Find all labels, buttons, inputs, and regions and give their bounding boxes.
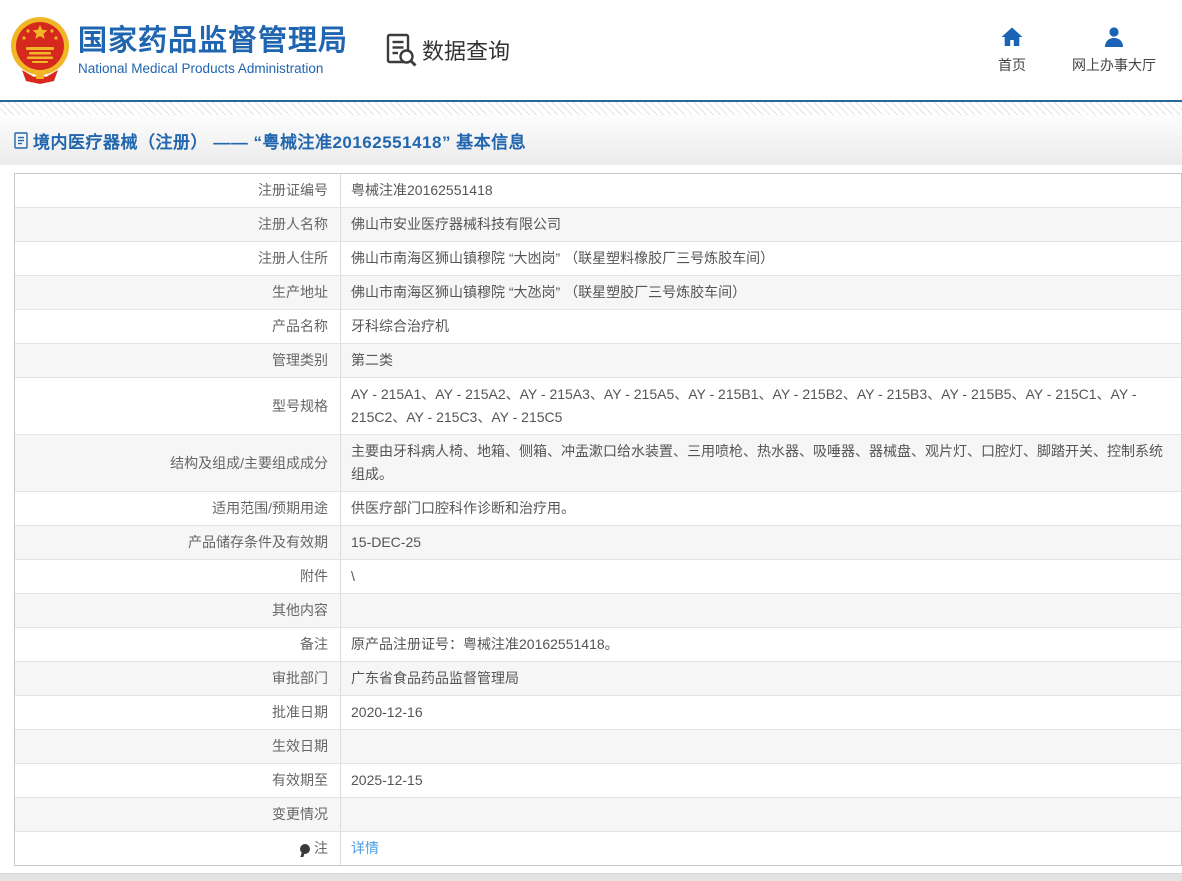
nav-item-home[interactable]: 首页 xyxy=(998,25,1026,75)
row-label: 管理类别 xyxy=(15,344,341,377)
top-header: 国家药品监督管理局 National Medical Products Admi… xyxy=(0,0,1182,100)
row-label: 型号规格 xyxy=(15,378,341,434)
table-row: 产品储存条件及有效期 15-DEC-25 xyxy=(15,526,1181,560)
table-row: 批准日期 2020-12-16 xyxy=(15,696,1181,730)
nav-home-label: 首页 xyxy=(998,57,1026,73)
table-row: 其他内容 xyxy=(15,594,1181,628)
page: 国家药品监督管理局 National Medical Products Admi… xyxy=(0,0,1182,881)
row-value: 15-DEC-25 xyxy=(351,534,422,550)
row-value: 原产品注册证号：粤械注准20162551418。 xyxy=(351,636,619,652)
home-icon xyxy=(1001,27,1023,46)
table-row: 注详情 xyxy=(15,832,1181,865)
row-label: 产品储存条件及有效期 xyxy=(15,526,341,559)
org-title-block: 国家药品监督管理局 National Medical Products Admi… xyxy=(78,24,348,76)
row-label: 批准日期 xyxy=(15,696,341,729)
row-value xyxy=(341,594,1181,627)
top-nav: 首页 网上办事大厅 xyxy=(998,25,1182,75)
row-label: 附件 xyxy=(15,560,341,593)
table-row: 生效日期 xyxy=(15,730,1181,764)
row-value: 牙科综合治疗机 xyxy=(351,318,449,334)
detail-link[interactable]: 详情 xyxy=(351,840,379,856)
table-row: 备注 原产品注册证号：粤械注准20162551418。 xyxy=(15,628,1181,662)
table-row: 管理类别 第二类 xyxy=(15,344,1181,378)
row-label: 审批部门 xyxy=(15,662,341,695)
row-label: 注册人名称 xyxy=(15,208,341,241)
table-row: 附件 \ xyxy=(15,560,1181,594)
row-value: AY - 215A1、AY - 215A2、AY - 215A3、AY - 21… xyxy=(351,386,1137,425)
nav-item-service-hall[interactable]: 网上办事大厅 xyxy=(1072,25,1156,75)
row-value: 广东省食品药品监督管理局 xyxy=(351,670,519,686)
hatched-strip xyxy=(0,102,1182,115)
row-value: 粤械注准20162551418 xyxy=(351,182,493,198)
page-title: 境内医疗器械（注册） —— “粤械注准20162551418” 基本信息 xyxy=(14,128,526,153)
footer-strip xyxy=(0,873,1182,881)
row-value: 第二类 xyxy=(351,352,393,368)
row-label: 生效日期 xyxy=(15,730,341,763)
person-icon xyxy=(1105,27,1123,47)
row-value: \ xyxy=(351,568,355,584)
bulb-icon xyxy=(300,843,310,854)
org-name-en: National Medical Products Administration xyxy=(78,61,324,76)
row-value: 主要由牙科病人椅、地箱、侧箱、冲盂漱口给水装置、三用喷枪、热水器、吸唾器、器械盘… xyxy=(351,443,1163,482)
table-row: 产品名称 牙科综合治疗机 xyxy=(15,310,1181,344)
row-label: 生产地址 xyxy=(15,276,341,309)
table-row: 生产地址 佛山市南海区狮山镇穆院 “大氹岗” （联星塑胶厂三号炼胶车间） xyxy=(15,276,1181,310)
row-label: 注册证编号 xyxy=(15,174,341,207)
data-query-section[interactable]: 数据查询 xyxy=(386,33,510,67)
row-label: 结构及组成/主要组成成分 xyxy=(15,435,341,491)
national-emblem-icon xyxy=(11,17,69,84)
row-label: 注册人住所 xyxy=(15,242,341,275)
page-title-text: 境内医疗器械（注册） —— “粤械注准20162551418” 基本信息 xyxy=(33,132,527,152)
row-value xyxy=(341,730,1181,763)
row-value: 详情 xyxy=(341,832,1181,865)
document-magnifier-icon xyxy=(386,33,417,67)
row-label: 适用范围/预期用途 xyxy=(15,492,341,525)
row-value: 供医疗部门口腔科作诊断和治疗用。 xyxy=(351,500,575,516)
table-row: 注册人名称 佛山市安业医疗器械科技有限公司 xyxy=(15,208,1181,242)
row-value: 佛山市南海区狮山镇穆院 “大氹岗” （联星塑胶厂三号炼胶车间） xyxy=(351,284,747,300)
row-value: 佛山市安业医疗器械科技有限公司 xyxy=(351,216,561,232)
table-row: 注册证编号 粤械注准20162551418 xyxy=(15,174,1181,208)
row-label: 备注 xyxy=(15,628,341,661)
table-row: 变更情况 xyxy=(15,798,1181,832)
info-table: 注册证编号 粤械注准20162551418 注册人名称 佛山市安业医疗器械科技有限公司… xyxy=(14,173,1182,866)
table-row: 审批部门 广东省食品药品监督管理局 xyxy=(15,662,1181,696)
row-value: 2020-12-16 xyxy=(351,704,423,720)
table-row: 型号规格 AY - 215A1、AY - 215A2、AY - 215A3、AY … xyxy=(15,378,1181,435)
document-icon xyxy=(14,131,28,149)
data-query-label: 数据查询 xyxy=(422,39,511,64)
row-label: 变更情况 xyxy=(15,798,341,831)
row-label: 其他内容 xyxy=(15,594,341,627)
org-name-zh: 国家药品监督管理局 xyxy=(78,25,349,57)
row-label: 产品名称 xyxy=(15,310,341,343)
row-value: 2025-12-15 xyxy=(351,772,423,788)
row-label: 有效期至 xyxy=(15,764,341,797)
title-band: 境内医疗器械（注册） —— “粤械注准20162551418” 基本信息 xyxy=(0,115,1182,165)
row-label: 注 xyxy=(15,832,341,865)
row-value xyxy=(341,798,1181,831)
table-row: 有效期至 2025-12-15 xyxy=(15,764,1181,798)
nav-hall-label: 网上办事大厅 xyxy=(1072,57,1156,73)
row-value: 佛山市南海区狮山镇穆院 “大凼岗” （联星塑料橡胶厂三号炼胶车间） xyxy=(351,250,775,266)
table-row: 结构及组成/主要组成成分 主要由牙科病人椅、地箱、侧箱、冲盂漱口给水装置、三用喷枪… xyxy=(15,435,1181,492)
table-row: 适用范围/预期用途 供医疗部门口腔科作诊断和治疗用。 xyxy=(15,492,1181,526)
table-row: 注册人住所 佛山市南海区狮山镇穆院 “大凼岗” （联星塑料橡胶厂三号炼胶车间） xyxy=(15,242,1181,276)
